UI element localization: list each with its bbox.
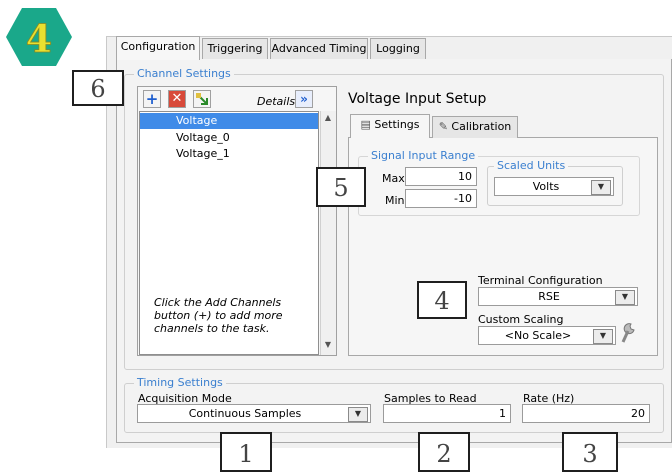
add-channel-button[interactable]: + — [143, 90, 161, 108]
settings-icon: ▤ — [360, 118, 371, 131]
details-label: Details — [257, 95, 296, 108]
acquisition-mode-select[interactable]: Continuous Samples ▼ — [137, 404, 371, 423]
tab-advanced-timing[interactable]: Advanced Timing — [270, 38, 368, 60]
signal-input-range-label: Signal Input Range — [368, 149, 479, 162]
voltage-setup-title: Voltage Input Setup — [348, 91, 487, 107]
terminal-config-label: Terminal Configuration — [478, 274, 603, 287]
chevron-down-icon[interactable]: ▼ — [591, 180, 611, 195]
scroll-up-icon[interactable]: ▲ — [322, 113, 334, 125]
callout-4: 4 — [417, 281, 467, 319]
callout-1: 1 — [220, 432, 272, 472]
plus-icon: + — [145, 90, 159, 108]
samples-to-read-input[interactable]: 1 — [383, 404, 511, 423]
channel-item-voltage[interactable]: Voltage — [176, 114, 217, 127]
timing-settings-label: Timing Settings — [134, 376, 226, 389]
sort-channels-button[interactable] — [193, 90, 211, 108]
tab-logging[interactable]: Logging — [370, 38, 426, 60]
channel-item-voltage-0[interactable]: Voltage_0 — [176, 131, 230, 144]
tab-configuration[interactable]: Configuration — [116, 36, 200, 60]
chevron-down-icon[interactable]: ▼ — [593, 329, 613, 344]
acquisition-mode-value: Continuous Samples — [188, 407, 302, 420]
rate-input[interactable]: 20 — [522, 404, 650, 423]
callout-2: 2 — [418, 432, 470, 472]
custom-scaling-select[interactable]: <No Scale> ▼ — [478, 326, 616, 345]
scroll-down-icon[interactable]: ▼ — [322, 340, 334, 352]
channel-list-scrollbar[interactable] — [320, 111, 336, 355]
step-badge: 4 — [6, 8, 72, 66]
chevron-down-icon[interactable]: ▼ — [348, 407, 368, 422]
wrench-icon[interactable] — [620, 322, 638, 344]
max-label: Max — [382, 172, 405, 185]
custom-scaling-label: Custom Scaling — [478, 313, 564, 326]
subtab-settings[interactable]: ▤ Settings — [350, 114, 430, 138]
add-channel-hint: Click the Add Channels button (+) to add… — [154, 296, 283, 335]
channel-settings-label: Channel Settings — [134, 67, 234, 80]
channel-item-voltage-1[interactable]: Voltage_1 — [176, 147, 230, 160]
sort-icon — [196, 93, 208, 105]
callout-6: 6 — [72, 70, 124, 106]
min-label: Min — [385, 194, 405, 207]
calibration-icon: ✎ — [438, 120, 448, 133]
scaled-units-value: Volts — [532, 180, 560, 193]
remove-channel-button[interactable]: ✕ — [168, 90, 186, 108]
subtab-calibration-label: Calibration — [451, 120, 512, 133]
subtab-calibration[interactable]: ✎ Calibration — [432, 116, 518, 138]
terminal-config-value: RSE — [538, 290, 560, 303]
selected-channel-highlight — [140, 113, 318, 129]
double-chevron-icon: » — [300, 92, 308, 106]
min-input[interactable]: -10 — [405, 189, 477, 208]
scaled-units-label: Scaled Units — [494, 159, 569, 172]
chevron-down-icon[interactable]: ▼ — [615, 290, 635, 305]
callout-5: 5 — [316, 167, 366, 207]
terminal-config-select[interactable]: RSE ▼ — [478, 287, 638, 306]
details-toggle-button[interactable]: » — [295, 90, 313, 108]
scaled-units-select[interactable]: Volts ▼ — [494, 177, 614, 196]
callout-3: 3 — [562, 432, 618, 472]
tab-triggering[interactable]: Triggering — [202, 38, 268, 60]
badge-number: 4 — [26, 16, 52, 61]
x-icon: ✕ — [171, 91, 183, 106]
subtab-settings-label: Settings — [374, 118, 420, 131]
max-input[interactable]: 10 — [405, 167, 477, 186]
custom-scaling-value: <No Scale> — [504, 329, 572, 342]
